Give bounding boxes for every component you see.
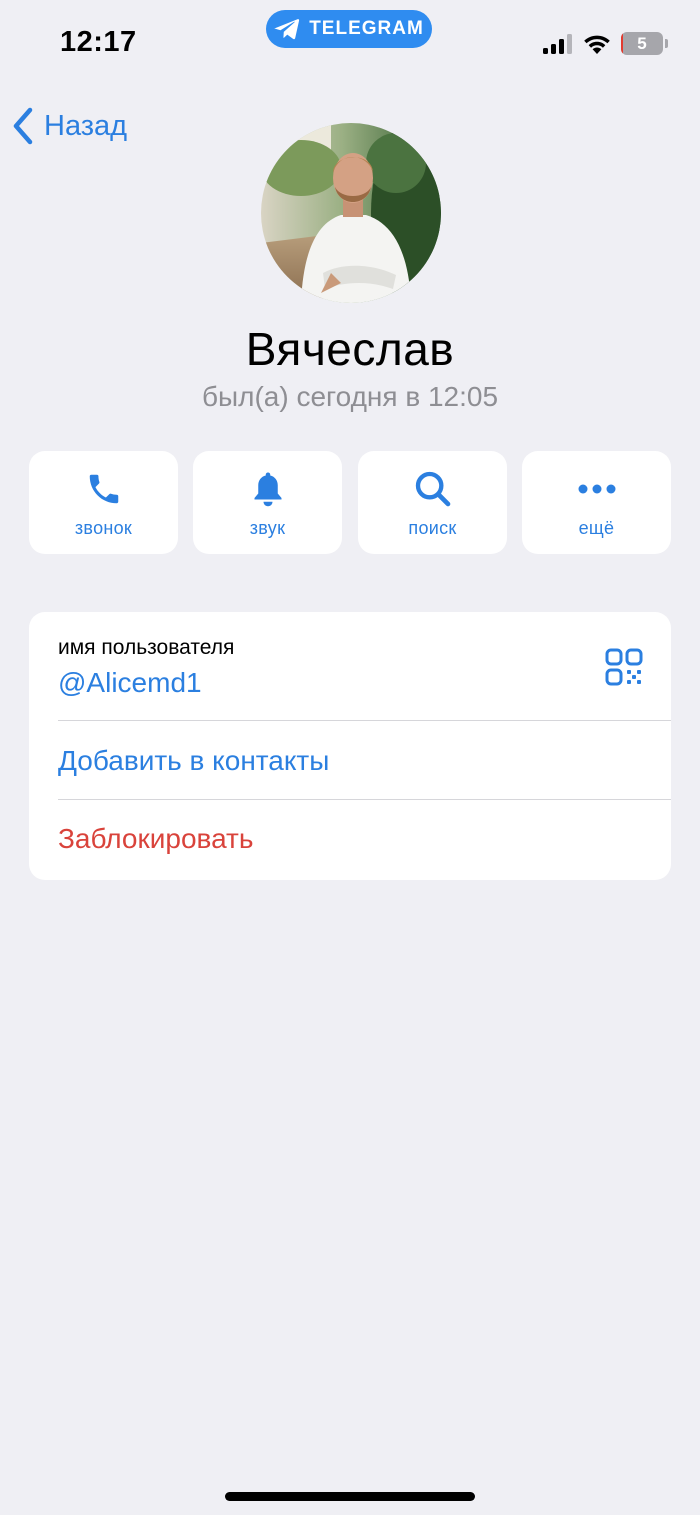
battery-level: 5	[637, 33, 647, 53]
more-button[interactable]: ещё	[522, 451, 671, 554]
wifi-icon	[584, 35, 610, 54]
cellular-signal-icon	[543, 34, 573, 54]
username-row[interactable]: имя пользователя @Alicemd1	[29, 612, 671, 721]
more-label: ещё	[578, 518, 615, 538]
sound-button[interactable]: звук	[193, 451, 342, 554]
app-name: TELEGRAM	[309, 18, 424, 39]
status-time: 12:17	[60, 26, 137, 58]
home-indicator[interactable]	[225, 1492, 475, 1501]
back-button[interactable]: Назад	[12, 104, 127, 148]
call-button[interactable]: звонок	[29, 451, 178, 554]
avatar[interactable]	[261, 123, 441, 303]
search-button[interactable]: поиск	[358, 451, 507, 554]
back-label: Назад	[44, 109, 128, 142]
info-card: имя пользователя @Alicemd1 Добавить в ко…	[29, 612, 671, 880]
block-user-button[interactable]: Заблокировать	[58, 823, 253, 855]
battery-tip	[665, 39, 668, 48]
search-label: поиск	[408, 518, 457, 538]
sound-label: звук	[249, 518, 286, 538]
battery-icon: 5	[621, 32, 663, 55]
phone-icon	[89, 474, 118, 504]
bell-icon	[254, 472, 281, 507]
divider	[58, 720, 671, 721]
username-caption: имя пользователя	[58, 636, 235, 659]
username-value[interactable]: @Alicemd1	[58, 667, 202, 699]
qr-code-icon[interactable]	[605, 648, 643, 686]
search-icon	[415, 471, 450, 507]
profile-screen: 12:17 TELEGRAM 5 Назад Вячеслав был(а) с…	[0, 0, 700, 1515]
divider	[58, 799, 671, 800]
profile-name: Вячеслав	[245, 323, 455, 375]
chevron-left-icon	[13, 107, 33, 145]
last-seen-status: был(а) сегодня в 12:05	[201, 381, 499, 412]
telegram-icon	[274, 19, 300, 40]
add-to-contacts-button[interactable]: Добавить в контакты	[58, 745, 329, 777]
return-to-app-pill[interactable]: TELEGRAM	[266, 10, 432, 48]
call-label: звонок	[74, 518, 133, 538]
more-icon	[578, 484, 615, 494]
